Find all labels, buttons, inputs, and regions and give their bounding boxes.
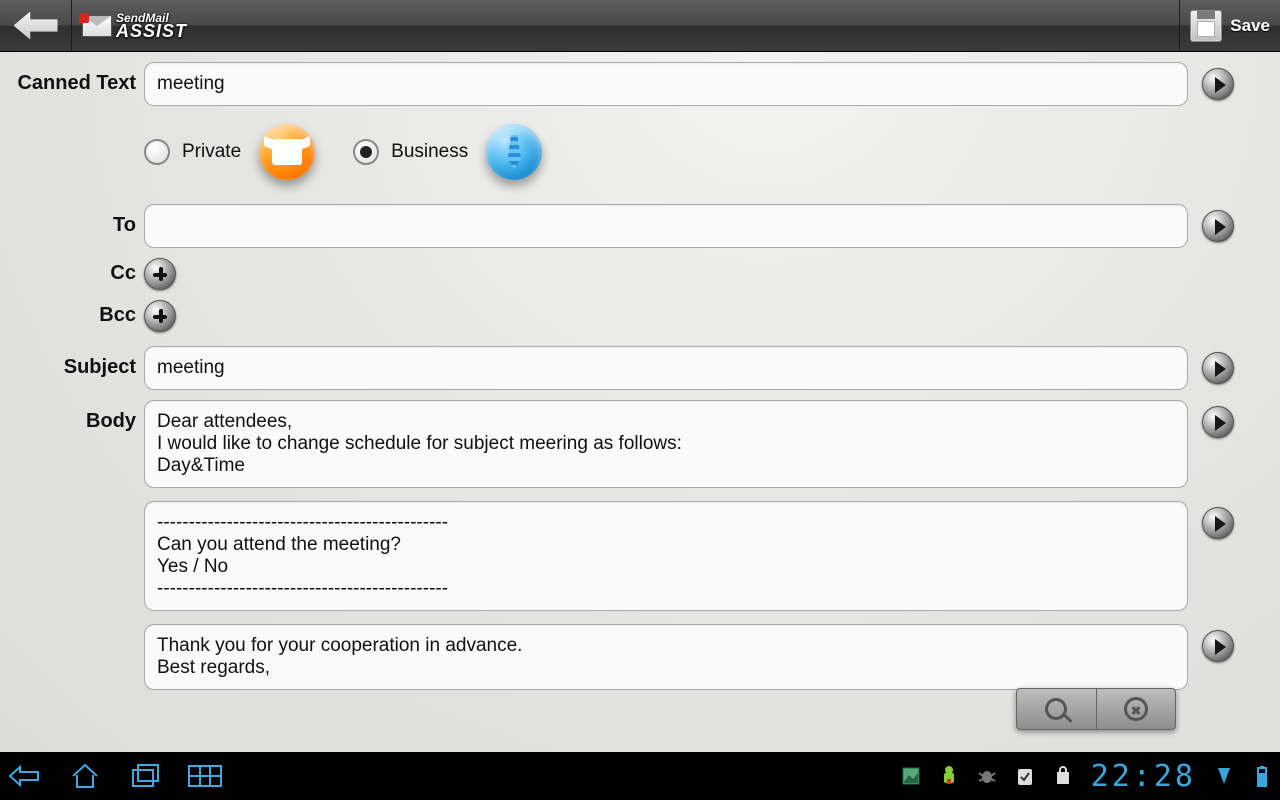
body-block-1[interactable]: [144, 400, 1188, 488]
cc-label: Cc: [12, 258, 144, 285]
app-brand-line2: ASSIST: [116, 23, 187, 39]
back-button[interactable]: [0, 0, 72, 52]
envelope-icon: [82, 15, 112, 37]
subject-input[interactable]: [144, 346, 1188, 390]
zoom-toolbar: [1016, 688, 1176, 730]
zoom-magnify-button[interactable]: [1017, 689, 1097, 729]
save-disk-icon: [1190, 10, 1222, 42]
nav-back-button[interactable]: [8, 763, 42, 789]
status-bug-icon: [977, 766, 997, 786]
bcc-add-button[interactable]: [144, 300, 176, 332]
to-play-button[interactable]: [1202, 210, 1234, 242]
body-block-2[interactable]: [144, 501, 1188, 611]
nav-home-button[interactable]: [68, 763, 102, 789]
category-row: Private Business: [144, 116, 1188, 194]
bcc-label: Bcc: [12, 300, 144, 327]
status-battery-icon: [1252, 766, 1272, 786]
nav-grid-button[interactable]: [188, 763, 222, 789]
to-label: To: [12, 204, 144, 237]
business-label: Business: [391, 141, 468, 163]
status-bag-icon: [1053, 766, 1073, 786]
canned-text-input[interactable]: [144, 62, 1188, 106]
magnifier-icon: [1045, 698, 1067, 720]
subject-play-button[interactable]: [1202, 352, 1234, 384]
subject-label: Subject: [12, 346, 144, 379]
app-logo: SendMail ASSIST: [72, 13, 197, 39]
private-label: Private: [182, 141, 241, 163]
save-label: Save: [1230, 16, 1270, 36]
canned-text-play-button[interactable]: [1202, 68, 1234, 100]
tie-icon: [503, 135, 525, 169]
body-play-button-1[interactable]: [1202, 406, 1234, 438]
body-block-3[interactable]: [144, 624, 1188, 690]
business-category-icon[interactable]: [486, 124, 542, 180]
app-titlebar: SendMail ASSIST Save: [0, 0, 1280, 52]
save-button[interactable]: Save: [1179, 0, 1280, 52]
status-clock: 22:28: [1091, 759, 1196, 794]
cc-add-button[interactable]: [144, 258, 176, 290]
body-play-button-2[interactable]: [1202, 507, 1234, 539]
close-circle-icon: [1124, 697, 1148, 721]
status-check-icon: [1015, 766, 1035, 786]
zoom-close-button[interactable]: [1097, 689, 1176, 729]
compose-form: Canned Text Private Business To: [0, 52, 1280, 752]
status-photo-icon: [901, 766, 921, 786]
body-label: Body: [12, 400, 144, 433]
body-play-button-3[interactable]: [1202, 630, 1234, 662]
system-bar: 22:28: [0, 752, 1280, 800]
nav-recent-button[interactable]: [128, 763, 162, 789]
to-input[interactable]: [144, 204, 1188, 248]
tshirt-icon: [272, 139, 302, 165]
business-radio[interactable]: [353, 139, 379, 165]
back-arrow-icon: [14, 12, 58, 40]
private-category-icon[interactable]: [259, 124, 315, 180]
canned-text-label: Canned Text: [12, 62, 144, 95]
status-wifi-icon: [1214, 766, 1234, 786]
status-android-icon: [939, 766, 959, 786]
private-radio[interactable]: [144, 139, 170, 165]
